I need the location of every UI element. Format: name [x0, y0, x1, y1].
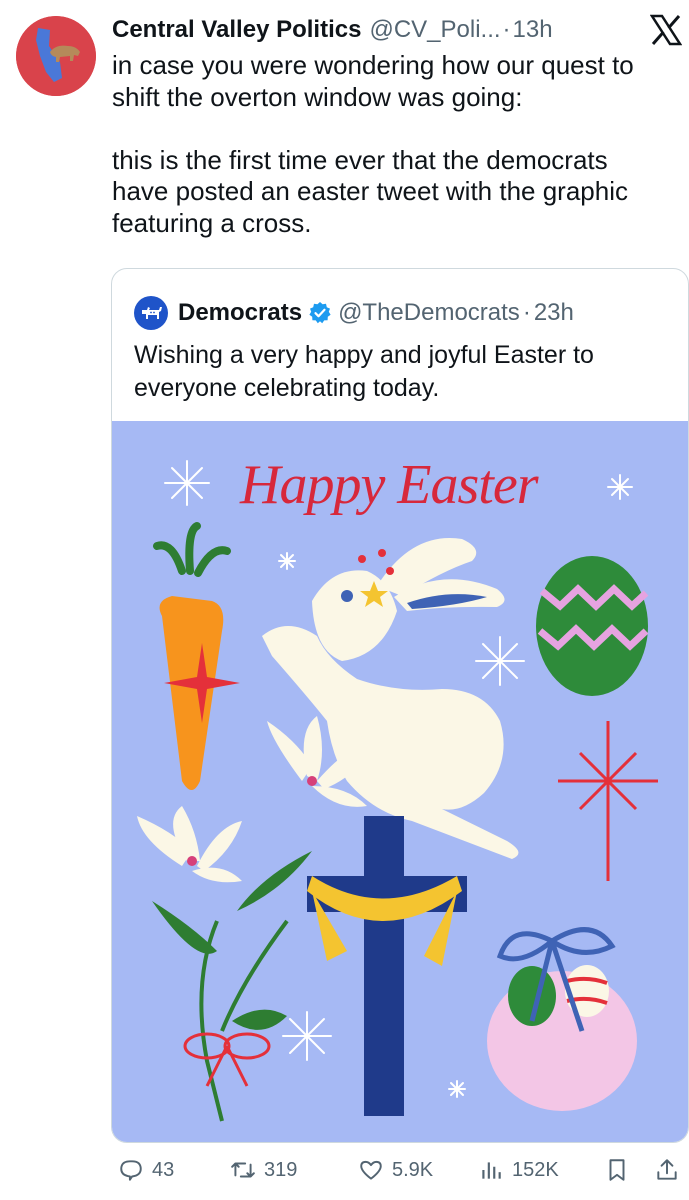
bunny-icon — [262, 537, 519, 859]
quoted-tweet-header: Democrats @TheDemocrats · 23h — [134, 295, 574, 331]
repost-icon — [231, 1162, 255, 1178]
tweet-text: in case you were wondering how our quest… — [112, 50, 672, 239]
quoted-tweet-text: Wishing a very happy and joyful Easter t… — [134, 339, 674, 405]
views-icon — [482, 1162, 501, 1179]
reply-count: 43 — [152, 1158, 175, 1181]
tweet-text-line: shift the overton window was going: — [112, 81, 523, 112]
tweet-text-line: this is the first time ever that the dem… — [112, 144, 608, 175]
share-icon — [657, 1159, 677, 1180]
lily-flowers-icon — [137, 716, 372, 1122]
x-logo-icon[interactable] — [650, 14, 682, 46]
red-star-icon — [558, 721, 658, 881]
author-handle[interactable]: @CV_Poli... — [369, 16, 500, 44]
carrot-icon — [153, 522, 231, 790]
tweet-text-line: featuring a cross. — [112, 207, 312, 238]
easter-graphic-image[interactable]: Happy Easter — [112, 421, 688, 1142]
separator-dot: · — [502, 16, 511, 43]
heart-icon — [360, 1160, 382, 1180]
donkey-logo-icon — [142, 307, 162, 319]
easter-title-text: Happy Easter — [240, 454, 539, 516]
views-count: 152K — [512, 1158, 559, 1181]
tweet-actions-bar: 43 319 5.9K 152K — [108, 1150, 688, 1190]
quoted-author-avatar[interactable] — [134, 296, 168, 330]
easter-egg-icon — [536, 556, 649, 696]
views-button[interactable]: 152K — [478, 1150, 559, 1190]
quoted-timestamp[interactable]: 23h — [534, 299, 574, 327]
separator-dot: · — [522, 299, 531, 326]
ribbon-bow-icon — [183, 1032, 271, 1087]
tweet-header: Central Valley Politics @CV_Poli... · 13… — [112, 12, 672, 48]
author-name[interactable]: Central Valley Politics — [112, 16, 361, 44]
verified-badge-icon — [309, 302, 331, 324]
california-bear-logo-icon — [16, 16, 96, 96]
author-avatar[interactable] — [16, 16, 96, 96]
quoted-text-line: Wishing a very happy and joyful Easter t… — [134, 341, 594, 369]
repost-count: 319 — [264, 1158, 298, 1181]
reply-button[interactable]: 43 — [118, 1150, 174, 1190]
tweet-text-line: have posted an easter tweet with the gra… — [112, 176, 628, 206]
tweet-timestamp[interactable]: 13h — [513, 16, 553, 44]
cross-icon — [307, 816, 467, 1116]
like-count: 5.9K — [392, 1158, 434, 1181]
bookmark-icon — [609, 1159, 625, 1181]
quoted-text-line: everyone celebrating today. — [134, 374, 440, 402]
bookmark-button[interactable] — [604, 1150, 638, 1190]
easter-illustration — [137, 460, 658, 1122]
quoted-author-name[interactable]: Democrats — [178, 299, 302, 327]
like-button[interactable]: 5.9K — [358, 1150, 433, 1190]
reply-icon — [120, 1160, 142, 1181]
repost-button[interactable]: 319 — [230, 1150, 297, 1190]
quoted-author-handle[interactable]: @TheDemocrats — [338, 299, 520, 327]
easter-basket-icon — [487, 927, 637, 1111]
quoted-tweet-card[interactable]: Democrats @TheDemocrats · 23h Wishing a … — [111, 268, 689, 1143]
share-button[interactable] — [654, 1150, 688, 1190]
tweet-text-line: in case you were wondering how our quest… — [112, 50, 634, 80]
